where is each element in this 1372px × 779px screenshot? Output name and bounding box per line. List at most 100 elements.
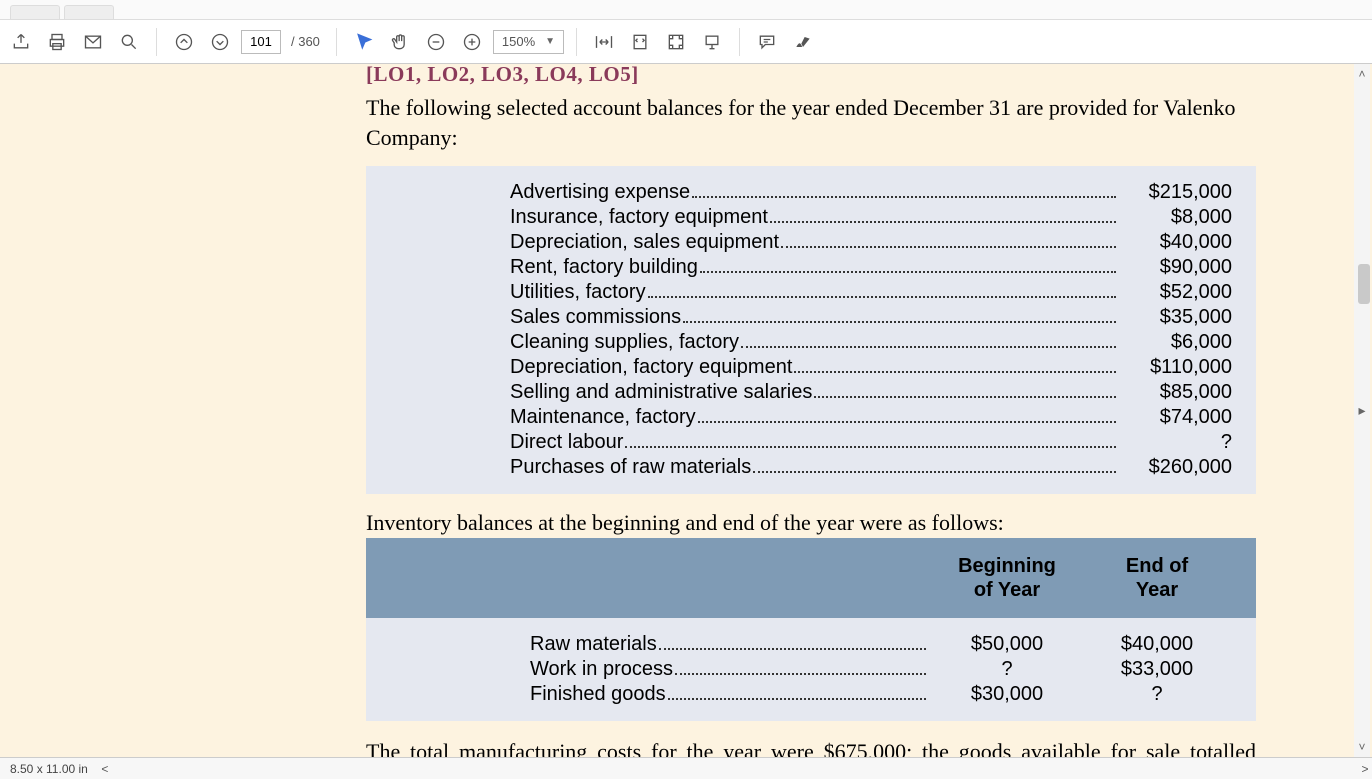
account-row: Insurance, factory equipment $8,000 <box>390 205 1232 230</box>
leader-dots <box>753 471 1116 473</box>
inventory-end-value: ? <box>1082 682 1232 707</box>
account-row: Selling and administrative salaries $85,0… <box>390 380 1232 405</box>
inventory-label: Work in process <box>530 657 673 682</box>
document-page: [LO1, LO2, LO3, LO4, LO5] The following … <box>76 64 1296 757</box>
inventory-row: Work in process?$33,000 <box>390 657 1232 682</box>
leader-dots <box>659 648 926 650</box>
leader-dots <box>692 196 1116 198</box>
search-icon[interactable] <box>114 27 144 57</box>
account-row: Depreciation, factory equipment$110,000 <box>390 355 1232 380</box>
inventory-row: Finished goods $30,000? <box>390 682 1232 707</box>
scroll-right-arrow-icon[interactable]: ▸ <box>1354 403 1370 419</box>
inventory-label: Raw materials <box>530 632 657 657</box>
inventory-begin-value: $30,000 <box>932 682 1082 707</box>
vertical-scrollbar-thumb[interactable] <box>1358 264 1370 304</box>
scroll-down-arrow-icon[interactable]: ˅ <box>1354 739 1370 755</box>
fit-page-icon[interactable] <box>625 27 655 57</box>
account-label: Direct labour <box>510 430 623 455</box>
scroll-left-button[interactable]: < <box>98 762 112 776</box>
status-bar: 8.50 x 11.00 in < > <box>0 757 1372 779</box>
inventory-begin-value: $50,000 <box>932 632 1082 657</box>
tab[interactable] <box>64 5 114 19</box>
account-label: Rent, factory building <box>510 255 698 280</box>
inventory-label: Finished goods <box>530 682 666 707</box>
print-icon[interactable] <box>42 27 72 57</box>
account-value: $260,000 <box>1122 455 1232 480</box>
account-value: $85,000 <box>1122 380 1232 405</box>
inventory-begin-value: ? <box>932 657 1082 682</box>
leader-dots <box>741 346 1116 348</box>
app-root: / 360 150% ▼ <box>0 0 1372 779</box>
scroll-right-button[interactable]: > <box>1358 762 1372 776</box>
account-value: ? <box>1122 430 1232 455</box>
sign-icon[interactable] <box>788 27 818 57</box>
separator <box>576 28 577 56</box>
separator <box>336 28 337 56</box>
account-label: Purchases of raw materials <box>510 455 751 480</box>
account-value: $8,000 <box>1122 205 1232 230</box>
col-header-end: End of Year <box>1082 554 1232 602</box>
account-row: Utilities, factory$52,000 <box>390 280 1232 305</box>
account-value: $40,000 <box>1122 230 1232 255</box>
account-label: Insurance, factory equipment <box>510 205 768 230</box>
pdf-toolbar: / 360 150% ▼ <box>0 20 1372 64</box>
leader-dots <box>794 371 1116 373</box>
inventory-table: Beginning of Year End of Year Raw materi… <box>366 538 1256 721</box>
zoom-value: 150% <box>502 34 535 49</box>
account-value: $215,000 <box>1122 180 1232 205</box>
account-row: Maintenance, factory$74,000 <box>390 405 1232 430</box>
mail-icon[interactable] <box>78 27 108 57</box>
account-label: Selling and administrative salaries <box>510 380 812 405</box>
leader-dots <box>683 321 1116 323</box>
account-value: $35,000 <box>1122 305 1232 330</box>
account-label: Depreciation, sales equipment <box>510 230 779 255</box>
account-row: Rent, factory building$90,000 <box>390 255 1232 280</box>
account-row: Advertising expense $215,000 <box>390 180 1232 205</box>
inventory-end-value: $40,000 <box>1082 632 1232 657</box>
account-label: Sales commissions <box>510 305 681 330</box>
separator <box>156 28 157 56</box>
chevron-down-icon: ▼ <box>545 36 555 47</box>
account-value: $52,000 <box>1122 280 1232 305</box>
hand-tool-icon[interactable] <box>385 27 415 57</box>
fullscreen-icon[interactable] <box>661 27 691 57</box>
leader-dots <box>770 221 1116 223</box>
separator <box>739 28 740 56</box>
leader-dots <box>781 246 1116 248</box>
leader-dots <box>814 396 1116 398</box>
problem-footer-text: The total manufacturing costs for the ye… <box>76 737 1296 757</box>
account-value: $110,000 <box>1122 355 1232 380</box>
leader-dots <box>668 698 926 700</box>
document-viewer: [LO1, LO2, LO3, LO4, LO5] The following … <box>0 64 1372 757</box>
tab[interactable] <box>10 5 60 19</box>
document-scroll-area[interactable]: [LO1, LO2, LO3, LO4, LO5] The following … <box>0 64 1372 757</box>
read-aloud-icon[interactable] <box>697 27 727 57</box>
zoom-select[interactable]: 150% ▼ <box>493 30 564 54</box>
account-label: Advertising expense <box>510 180 690 205</box>
scroll-up-arrow-icon[interactable]: ˄ <box>1354 66 1370 82</box>
zoom-in-icon[interactable] <box>457 27 487 57</box>
select-tool-icon[interactable] <box>349 27 379 57</box>
horizontal-nav: < > <box>98 762 1372 776</box>
account-value: $74,000 <box>1122 405 1232 430</box>
page-down-icon[interactable] <box>205 27 235 57</box>
problem-intro-text: The following selected account balances … <box>76 93 1296 152</box>
page-up-icon[interactable] <box>169 27 199 57</box>
fit-width-icon[interactable] <box>589 27 619 57</box>
zoom-out-icon[interactable] <box>421 27 451 57</box>
inventory-table-header: Beginning of Year End of Year <box>366 538 1256 618</box>
inventory-end-value: $33,000 <box>1082 657 1232 682</box>
learning-objectives-header: [LO1, LO2, LO3, LO4, LO5] <box>76 64 1296 87</box>
account-row: Purchases of raw materials $260,000 <box>390 455 1232 480</box>
col-header-beginning: Beginning of Year <box>932 554 1082 602</box>
account-row: Direct labour? <box>390 430 1232 455</box>
account-row: Cleaning supplies, factory$6,000 <box>390 330 1232 355</box>
leader-dots <box>675 673 926 675</box>
export-icon[interactable] <box>6 27 36 57</box>
comment-icon[interactable] <box>752 27 782 57</box>
page-number-input[interactable] <box>241 30 281 54</box>
window-tabstrip <box>0 0 1372 20</box>
account-value: $6,000 <box>1122 330 1232 355</box>
inventory-intro-text: Inventory balances at the beginning and … <box>76 508 1296 538</box>
page-total-label: / 360 <box>287 34 324 49</box>
